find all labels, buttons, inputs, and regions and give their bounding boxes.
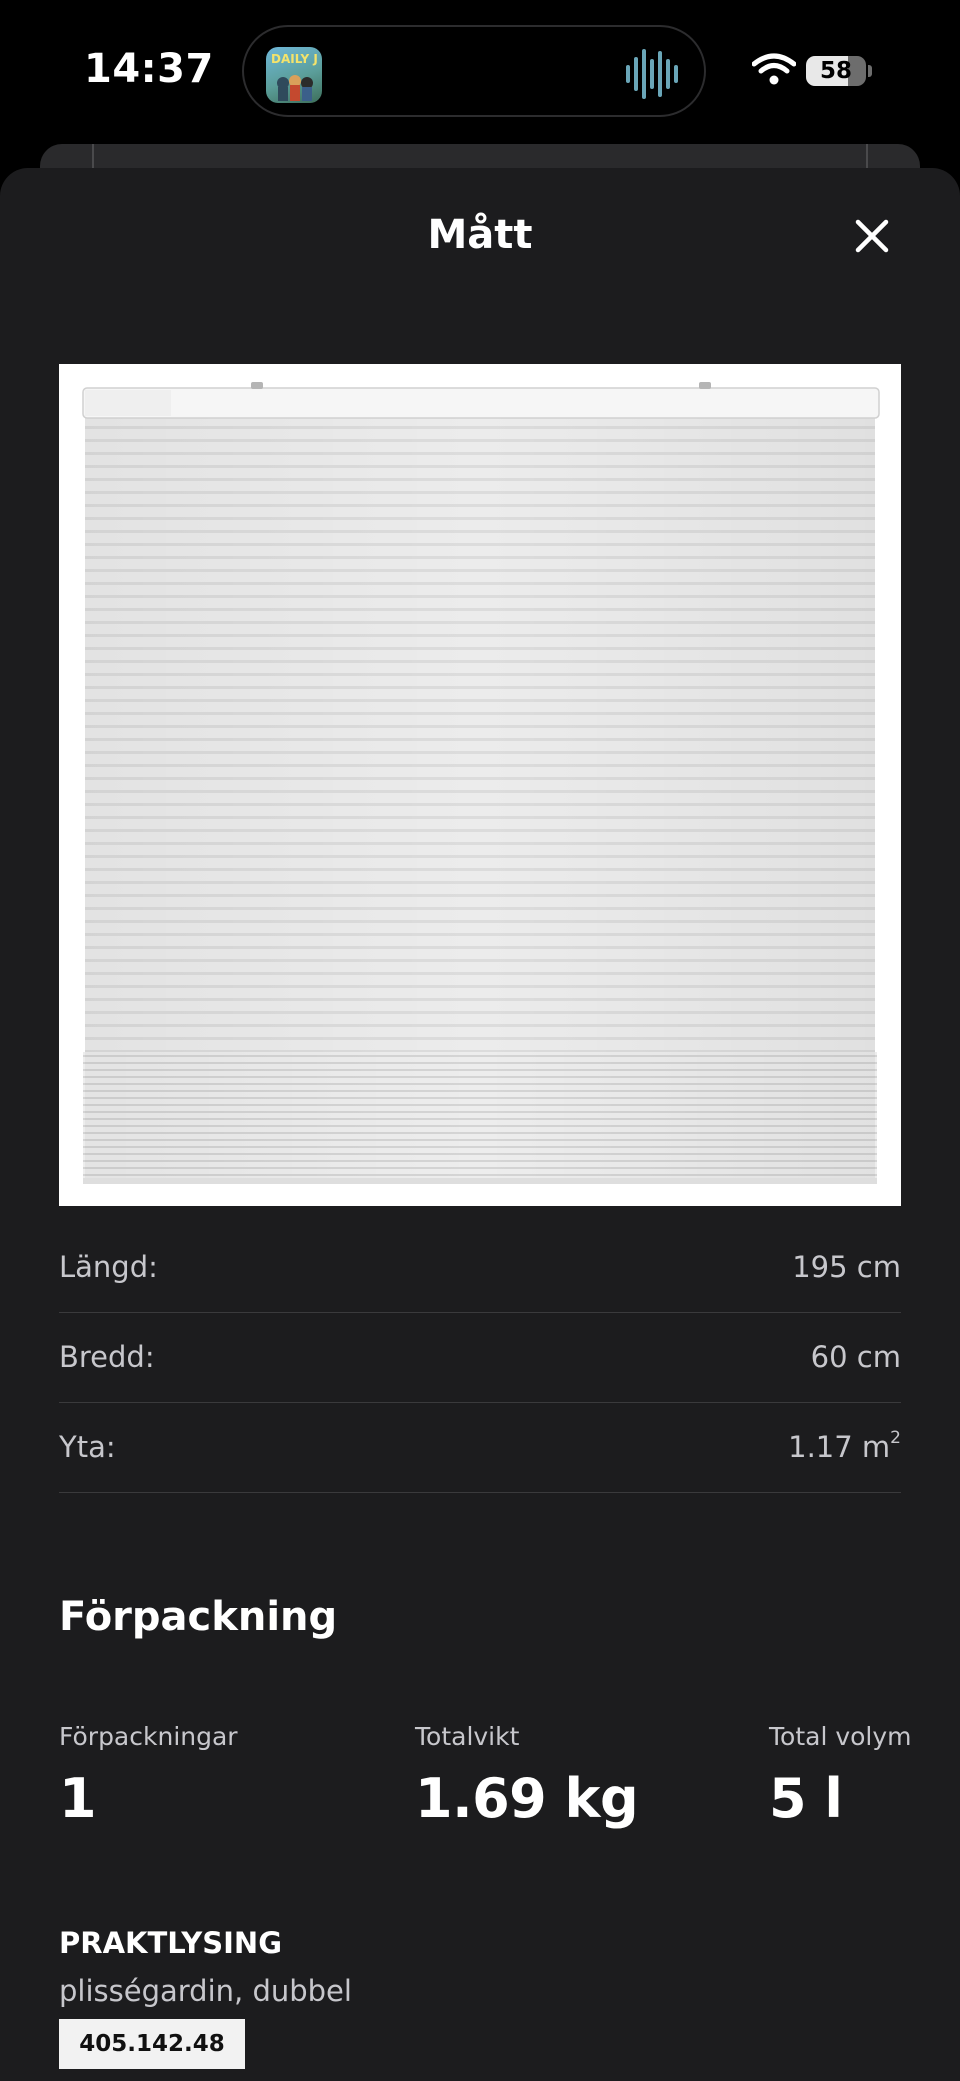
packaging-title: Förpackning (59, 1594, 338, 1640)
dimension-label: Längd: (59, 1250, 158, 1284)
dimension-label: Bredd: (59, 1340, 155, 1374)
stat-packages: Förpackningar 1 (59, 1722, 238, 1830)
stat-label: Totalvikt (415, 1722, 520, 1751)
status-bar: 14:37 DAILY J 58 (0, 0, 960, 140)
stat-label: Förpackningar (59, 1722, 238, 1751)
stat-total-volume: Total volym 5 l (769, 1722, 912, 1830)
stat-value: 1 (59, 1767, 97, 1830)
dimension-row-area: Yta: 1.17 m2 (59, 1402, 901, 1493)
battery-icon: 58 (806, 56, 866, 86)
area-unit-exponent: 2 (890, 1428, 901, 1448)
area-value: 1.17 m (788, 1430, 891, 1464)
product-image (59, 364, 901, 1206)
dimension-row-width: Bredd: 60 cm (59, 1312, 901, 1403)
stat-value: 1.69 kg (415, 1767, 639, 1830)
audio-waveform-icon (626, 49, 678, 99)
dimension-value: 1.17 m2 (788, 1428, 901, 1464)
product-description: plisségardin, dubbel (59, 1974, 352, 2008)
status-time: 14:37 (84, 46, 214, 92)
app-artwork-icon (277, 75, 313, 101)
dimension-value: 195 cm (792, 1250, 901, 1284)
dynamic-island[interactable]: DAILY J (242, 25, 706, 117)
battery-level: 58 (819, 58, 852, 84)
sheet-divider (866, 144, 868, 168)
stat-label: Total volym (769, 1722, 912, 1751)
close-icon[interactable] (850, 214, 894, 258)
sheet-title: Mått (427, 212, 533, 258)
stat-value: 5 l (769, 1767, 843, 1830)
live-activity-app-icon[interactable]: DAILY J (266, 47, 322, 103)
wifi-icon (752, 53, 796, 85)
sheet-divider (92, 144, 94, 168)
article-number-badge[interactable]: 405.142.48 (59, 2019, 245, 2069)
dimension-row-length: Längd: 195 cm (59, 1222, 901, 1313)
dimension-value: 60 cm (810, 1340, 901, 1374)
product-name: PRAKTLYSING (59, 1926, 282, 1960)
battery-tip (868, 65, 872, 77)
stat-total-weight: Totalvikt 1.69 kg (415, 1722, 639, 1830)
pleated-blind-illustration (82, 382, 880, 1184)
dimension-label: Yta: (59, 1430, 116, 1464)
